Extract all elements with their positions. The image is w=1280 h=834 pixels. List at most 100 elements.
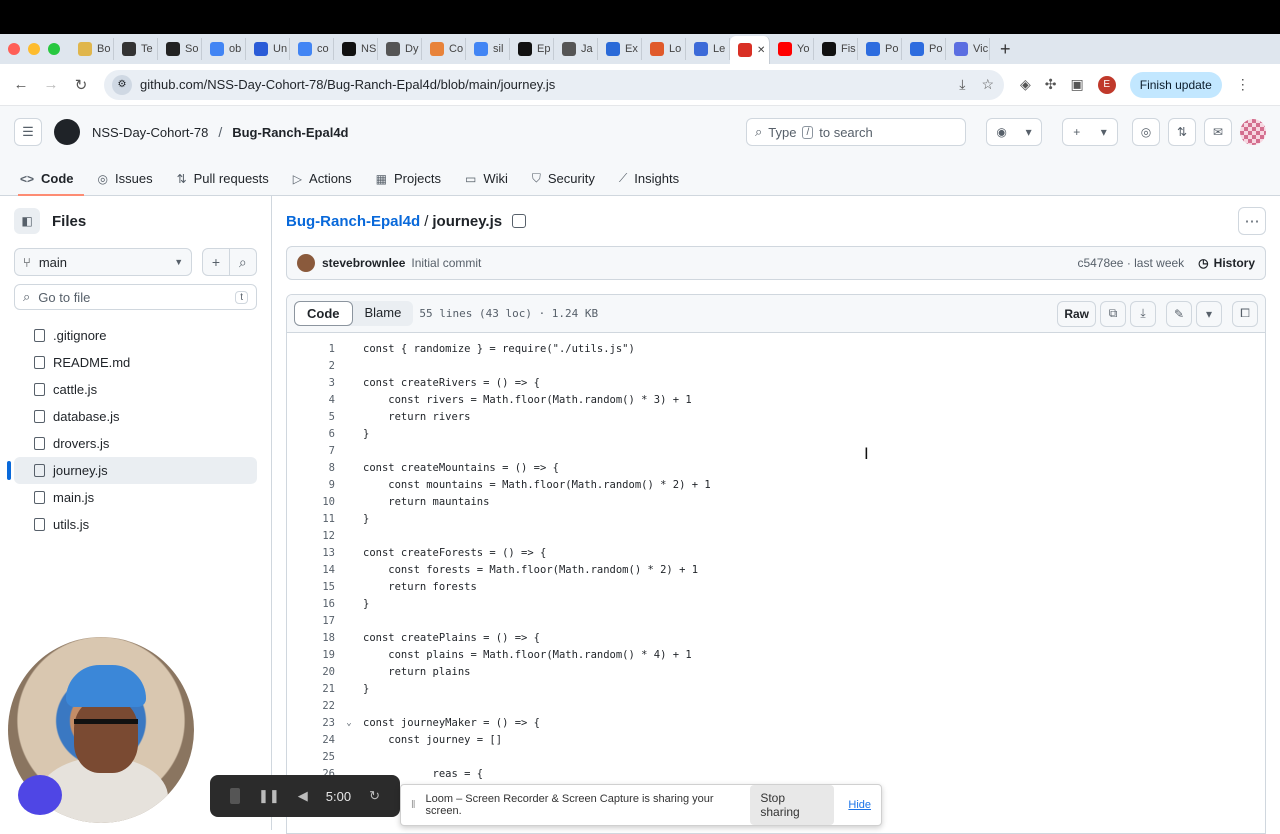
forward-icon[interactable]: → <box>36 76 66 93</box>
bookmark-star-icon[interactable]: ☆ <box>981 76 994 93</box>
browser-tab[interactable]: Ex <box>598 38 642 60</box>
file-tree-item[interactable]: drovers.js <box>14 430 257 457</box>
browser-tab[interactable]: sil <box>466 38 510 60</box>
stop-recording-icon[interactable] <box>230 788 240 804</box>
github-logo-icon[interactable] <box>54 119 80 145</box>
site-info-icon[interactable]: ⚙ <box>112 74 132 95</box>
pause-icon[interactable]: ❚❚ <box>258 788 280 804</box>
extensions-puzzle-icon[interactable]: ✣ <box>1045 76 1057 93</box>
commit-message[interactable]: Initial commit <box>411 256 481 270</box>
drag-handle-icon[interactable]: ‖ <box>411 799 416 811</box>
browser-tab[interactable]: So <box>158 38 202 60</box>
commit-author[interactable]: stevebrownlee <box>322 256 405 270</box>
browser-tab[interactable]: co <box>290 38 334 60</box>
line-number[interactable]: 14 <box>287 564 335 576</box>
hamburger-menu-icon[interactable]: ☰ <box>14 118 42 146</box>
line-number[interactable]: 13 <box>287 547 335 559</box>
install-app-icon[interactable]: ⤓ <box>959 76 965 93</box>
file-tree-item[interactable]: database.js <box>14 403 257 430</box>
tab-code[interactable]: Code <box>294 301 353 326</box>
branch-selector[interactable]: ⑂ main ▼ <box>14 248 193 276</box>
browser-tab[interactable]: ✕ <box>730 36 770 64</box>
tab-blame[interactable]: Blame <box>353 301 414 326</box>
line-number[interactable]: 6 <box>287 428 335 440</box>
browser-tab[interactable]: Vic <box>946 38 990 60</box>
breadcrumb-org[interactable]: NSS-Day-Cohort-78 <box>92 125 208 140</box>
copilot-button[interactable]: ◉ ▾ <box>986 118 1042 146</box>
line-number[interactable]: 18 <box>287 632 335 644</box>
file-path-repo-link[interactable]: Bug-Ranch-Epal4d <box>286 213 420 230</box>
create-new-button[interactable]: + ▾ <box>1062 118 1118 146</box>
file-tree-item[interactable]: cattle.js <box>14 376 257 403</box>
browser-tab[interactable]: Fis <box>814 38 858 60</box>
tab-search-icon[interactable]: ▣ <box>1071 76 1084 93</box>
global-search-input[interactable]: ⌕ Type / to search <box>746 118 966 146</box>
line-number[interactable]: 24 <box>287 734 335 746</box>
tab-code[interactable]: <> Code <box>18 171 84 196</box>
line-number[interactable]: 7 <box>287 445 335 457</box>
line-number[interactable]: 16 <box>287 598 335 610</box>
browser-tab[interactable]: Dy <box>378 38 422 60</box>
line-number[interactable]: 5 <box>287 411 335 423</box>
tab-actions[interactable]: ▷ Actions <box>291 171 362 196</box>
tab-issues[interactable]: ◎ Issues <box>96 171 163 196</box>
new-tab-button[interactable]: + <box>1000 39 1011 60</box>
line-number[interactable]: 1 <box>287 343 335 355</box>
file-tree-item[interactable]: README.md <box>14 349 257 376</box>
copy-raw-icon[interactable]: ⧉ <box>1100 300 1126 327</box>
file-tree-item[interactable]: utils.js <box>14 511 257 538</box>
profile-avatar[interactable]: E <box>1097 75 1116 94</box>
reload-icon[interactable]: ↻ <box>66 76 96 94</box>
commit-author-avatar[interactable] <box>297 254 315 272</box>
url-omnibox[interactable]: ⚙ github.com/NSS-Day-Cohort-78/Bug-Ranch… <box>104 69 1004 100</box>
tab-projects[interactable]: ▦ Projects <box>374 171 451 196</box>
line-number[interactable]: 21 <box>287 683 335 695</box>
line-number[interactable]: 11 <box>287 513 335 525</box>
line-number[interactable]: 8 <box>287 462 335 474</box>
line-number[interactable]: 4 <box>287 394 335 406</box>
search-files-button[interactable]: ⌕ <box>229 248 257 276</box>
add-file-button[interactable]: + <box>202 248 230 276</box>
file-tree-item[interactable]: main.js <box>14 484 257 511</box>
back-icon[interactable]: ← <box>6 76 36 93</box>
browser-tab[interactable]: Ep <box>510 38 554 60</box>
code-listing[interactable]: 1 const { randomize } = require("./utils.… <box>287 333 1265 782</box>
browser-tab[interactable]: Le <box>686 38 730 60</box>
browser-menu-icon[interactable]: ⋮ <box>1236 76 1250 93</box>
user-avatar[interactable] <box>1240 119 1266 145</box>
browser-tab[interactable]: Un <box>246 38 290 60</box>
download-icon[interactable]: ⤓ <box>1130 300 1156 327</box>
browser-tab[interactable]: ob <box>202 38 246 60</box>
copy-path-icon[interactable] <box>512 214 527 228</box>
inbox-icon[interactable]: ✉ <box>1204 118 1232 146</box>
browser-tab[interactable]: Te <box>114 38 158 60</box>
issues-icon[interactable]: ◎ <box>1132 118 1160 146</box>
fold-chevron-icon[interactable]: ⌄ <box>335 718 363 728</box>
edit-pencil-icon[interactable]: ✎ <box>1166 300 1192 327</box>
close-window-button[interactable] <box>8 43 20 55</box>
hide-link[interactable]: Hide <box>848 799 871 811</box>
line-number[interactable]: 15 <box>287 581 335 593</box>
browser-tab[interactable]: Po <box>902 38 946 60</box>
line-number[interactable]: 10 <box>287 496 335 508</box>
history-button[interactable]: ◷ History <box>1198 256 1255 270</box>
line-number[interactable]: 3 <box>287 377 335 389</box>
loom-logo-icon[interactable] <box>18 775 62 815</box>
symbols-panel-icon[interactable]: ⧠ <box>1232 300 1258 327</box>
tab-pull-requests[interactable]: ⇅ Pull requests <box>175 171 279 196</box>
extension-badge-icon[interactable]: ◈ <box>1020 76 1031 93</box>
line-number[interactable]: 22 <box>287 700 335 712</box>
stop-sharing-button[interactable]: Stop sharing <box>750 785 835 825</box>
close-tab-icon[interactable]: ✕ <box>757 45 765 56</box>
zoom-window-button[interactable] <box>48 43 60 55</box>
line-number[interactable]: 17 <box>287 615 335 627</box>
line-number[interactable]: 25 <box>287 751 335 763</box>
line-number[interactable]: 19 <box>287 649 335 661</box>
commit-meta[interactable]: c5478ee · last week <box>1077 256 1184 270</box>
line-number[interactable]: 9 <box>287 479 335 491</box>
browser-tab[interactable]: Ja <box>554 38 598 60</box>
line-number[interactable]: 12 <box>287 530 335 542</box>
mute-icon[interactable]: ◀ <box>298 788 308 804</box>
line-number[interactable]: 2 <box>287 360 335 372</box>
restart-icon[interactable]: ↻ <box>369 788 380 804</box>
